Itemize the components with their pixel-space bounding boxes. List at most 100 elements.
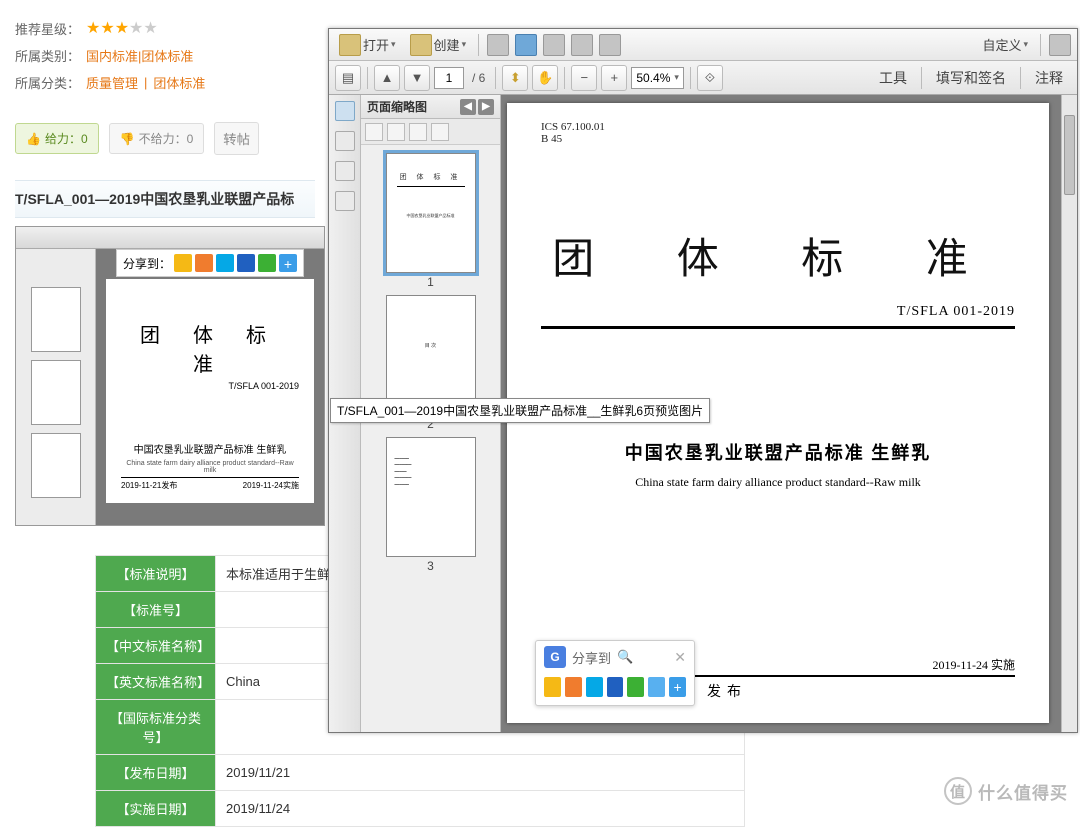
transfer-button[interactable]: 转帖: [214, 122, 259, 155]
left-meta-panel: 推荐星级： ★ ★ ★ ★ ★ 所属类别： 国内标准|团体标准 所属分类： 质量…: [0, 0, 330, 536]
menu-custom[interactable]: 自定义▾: [978, 35, 1032, 54]
vote-down-label: 不给力：0: [139, 130, 194, 147]
sidebar-toggle-button[interactable]: ▤: [335, 65, 361, 91]
qzone-icon[interactable]: [174, 254, 192, 272]
stars-row: 推荐星级： ★ ★ ★ ★ ★: [15, 18, 315, 38]
zoom-in-button[interactable]: +: [601, 65, 627, 91]
separator: [495, 67, 496, 89]
doc-title: 团 体 标 准: [541, 225, 1015, 286]
transfer-label: 转帖: [223, 132, 250, 147]
thumbnail-3[interactable]: ━━━━━━━━━━━━━━━━━━━━━━━━━━━━━━━ 3: [361, 437, 500, 573]
renren-icon[interactable]: [237, 254, 255, 272]
more-share-icon[interactable]: +: [669, 677, 686, 697]
export-icon[interactable]: [599, 34, 621, 56]
small-thumb[interactable]: [31, 433, 81, 498]
translate-icon[interactable]: G: [544, 646, 566, 668]
class-value2[interactable]: 团体标准: [153, 73, 205, 92]
watermark-icon: 值: [944, 777, 972, 805]
weibo-icon[interactable]: [195, 254, 213, 272]
pdf-toolbar: ▤ ▲ ▼ / 6 ⬍ ✋ − + 50.4%▾ ⟐ 工具 填写和签名 注释: [329, 61, 1077, 95]
divider: [541, 326, 1015, 329]
vote-row: 👍 给力：0 👎 不给力：0 转帖: [15, 122, 315, 155]
signature-icon[interactable]: [335, 191, 355, 211]
zoom-select[interactable]: 50.4%▾: [631, 67, 684, 89]
watermark-text: 什么值得买: [978, 779, 1068, 804]
small-doc-sub-cn: 中国农垦乳业联盟产品标准 生鲜乳: [121, 441, 299, 456]
table-key: 【实施日期】: [96, 791, 216, 827]
menu-open[interactable]: 打开▾: [335, 34, 400, 56]
thumbnails-icon[interactable]: [335, 101, 355, 121]
print-icon[interactable]: [571, 34, 593, 56]
table-key: 【英文标准名称】: [96, 664, 216, 700]
email-icon[interactable]: [515, 34, 537, 56]
more-share-icon[interactable]: +: [279, 254, 297, 272]
class-value1[interactable]: 质量管理: [86, 73, 138, 92]
table-key: 【标准说明】: [96, 556, 216, 592]
wechat-icon[interactable]: [627, 677, 644, 697]
close-icon[interactable]: ✕: [674, 649, 686, 666]
attachment-icon[interactable]: [335, 161, 355, 181]
thumb-tool-icon[interactable]: [365, 123, 383, 141]
scrollbar[interactable]: [1061, 95, 1077, 732]
save-icon[interactable]: [487, 34, 509, 56]
stars: ★ ★ ★ ★ ★: [86, 18, 158, 38]
doc-code: T/SFLA 001-2019: [541, 304, 1015, 320]
separator: [1020, 67, 1021, 89]
bookmark-icon[interactable]: [335, 131, 355, 151]
star-icon: ★: [129, 18, 143, 38]
thumbpanel-tools: [361, 119, 500, 145]
category-value[interactable]: 国内标准|团体标准: [86, 46, 193, 65]
star-icon: ★: [143, 18, 157, 38]
renren-icon[interactable]: [607, 677, 624, 697]
vote-up-button[interactable]: 👍 给力：0: [15, 123, 99, 154]
wechat-icon[interactable]: [258, 254, 276, 272]
thumb-tool-icon[interactable]: [431, 123, 449, 141]
next-icon[interactable]: ▶: [478, 99, 494, 115]
tencent-icon[interactable]: [216, 254, 234, 272]
page-input[interactable]: [434, 67, 464, 89]
category-label: 所属类别：: [15, 46, 80, 65]
vote-up-label: 给力：0: [45, 130, 88, 147]
share-popup: G 分享到 🔍 ✕ +: [535, 640, 695, 706]
separator: [1040, 34, 1041, 56]
share-popup-title: 分享到: [572, 648, 611, 667]
small-thumb[interactable]: [31, 360, 81, 425]
weibo-icon[interactable]: [565, 677, 582, 697]
watermark: 值 什么值得买: [944, 777, 1068, 805]
vote-down-button[interactable]: 👎 不给力：0: [109, 123, 205, 154]
separator: [367, 67, 368, 89]
thumb-tool-icon[interactable]: [409, 123, 427, 141]
notes-link[interactable]: 注释: [1027, 68, 1071, 88]
select-tool-button[interactable]: ⬍: [502, 65, 528, 91]
small-foot-right: 2019-11-24实施: [243, 480, 299, 491]
pdf-menubar: 打开▾ 创建▾ 自定义▾: [329, 29, 1077, 61]
small-pdf-toolbar: [16, 227, 324, 249]
table-key: 【中文标准名称】: [96, 628, 216, 664]
small-doc-title: 团 体 标 准: [121, 319, 299, 377]
small-thumb[interactable]: [31, 287, 81, 352]
menu-create[interactable]: 创建▾: [406, 34, 471, 56]
cloud-icon[interactable]: [543, 34, 565, 56]
tools-link[interactable]: 工具: [871, 68, 915, 88]
thumb-tool-icon[interactable]: [387, 123, 405, 141]
doc-subtitle-cn: 中国农垦乳业联盟产品标准 生鲜乳: [541, 439, 1015, 465]
help-icon[interactable]: [1049, 34, 1071, 56]
share-icon[interactable]: [648, 677, 665, 697]
fillsign-link[interactable]: 填写和签名: [928, 68, 1014, 88]
separator: [478, 34, 479, 56]
table-key: 【标准号】: [96, 592, 216, 628]
tool-button[interactable]: ⟐: [697, 65, 723, 91]
search-icon[interactable]: 🔍: [617, 649, 633, 665]
qzone-icon[interactable]: [544, 677, 561, 697]
folder-open-icon: [339, 34, 361, 56]
scrollbar-thumb[interactable]: [1064, 115, 1075, 195]
page-up-button[interactable]: ▲: [374, 65, 400, 91]
tencent-icon[interactable]: [586, 677, 603, 697]
prev-icon[interactable]: ◀: [460, 99, 476, 115]
zoom-out-button[interactable]: −: [571, 65, 597, 91]
page-down-button[interactable]: ▼: [404, 65, 430, 91]
hand-tool-button[interactable]: ✋: [532, 65, 558, 91]
doc-title: T/SFLA_001—2019中国农垦乳业联盟产品标: [15, 180, 315, 218]
thumbnail-1[interactable]: 团 体 标 准中国农垦乳业联盟产品标准 1: [361, 153, 500, 289]
table-key: 【国际标准分类号】: [96, 700, 216, 755]
